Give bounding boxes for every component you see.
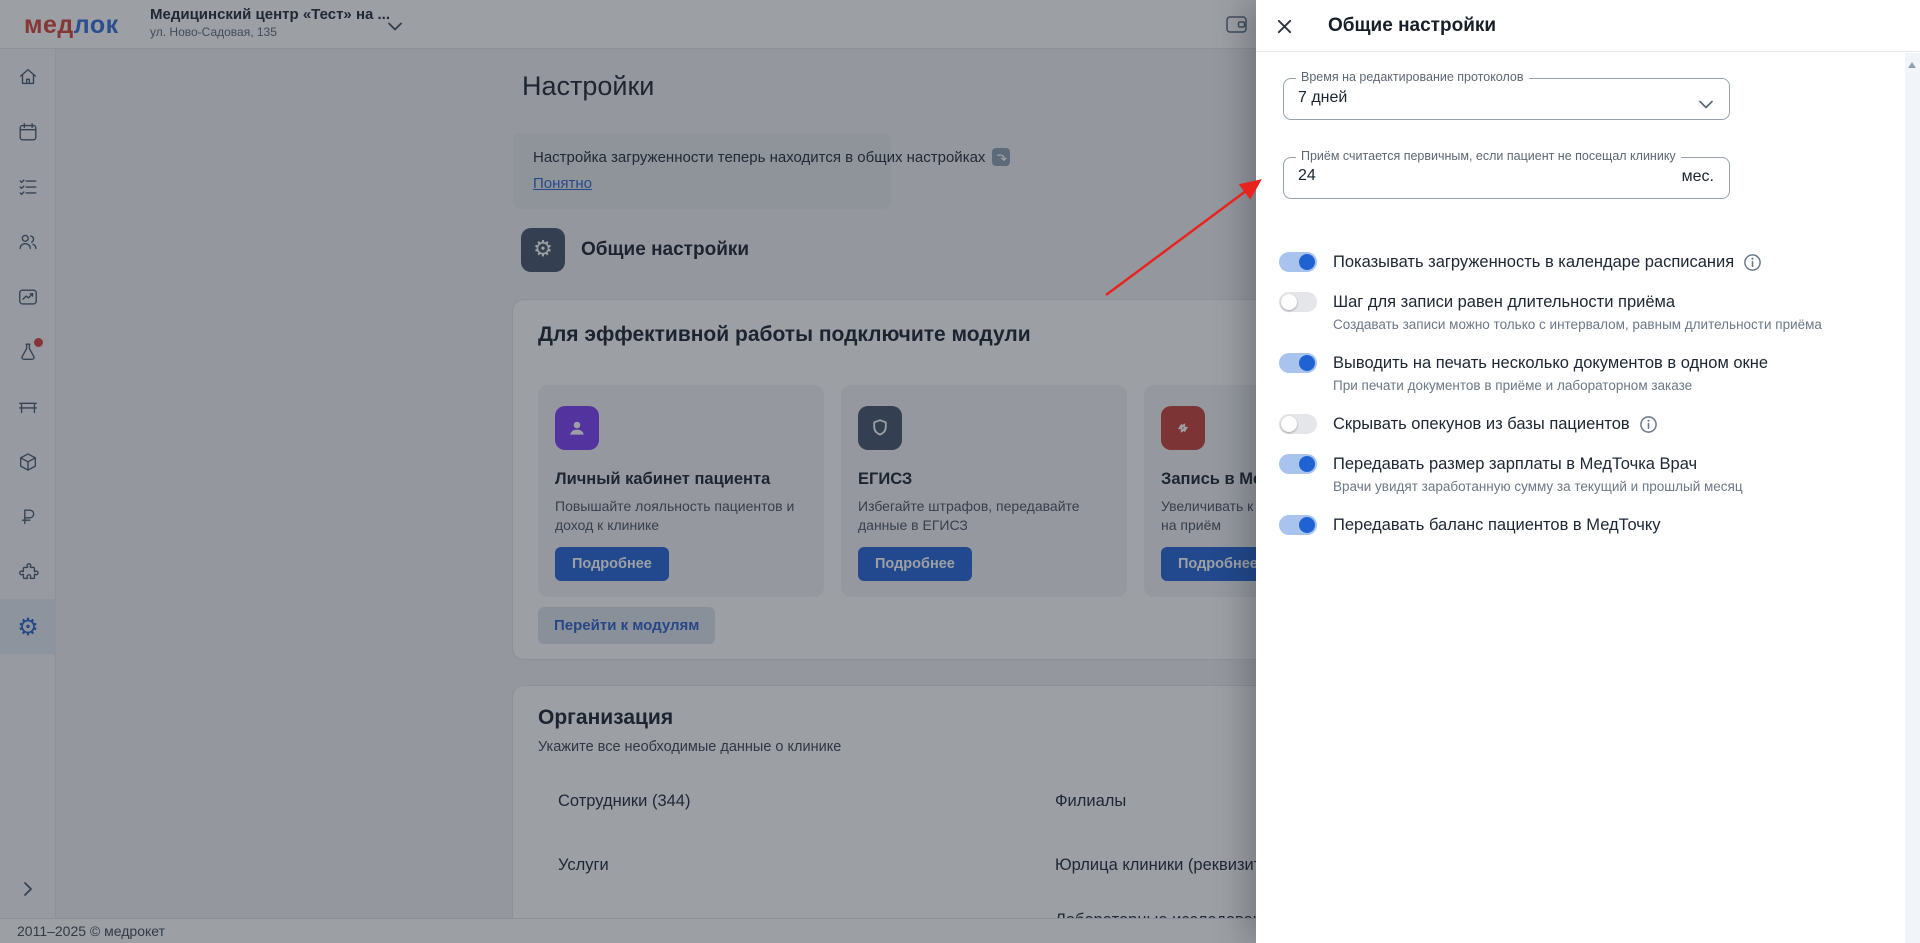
- toggle-subtext: Создавать записи можно только с интервал…: [1333, 315, 1822, 335]
- panel-header: Общие настройки: [1256, 0, 1920, 52]
- toggle-row-print-multiple-docs: Выводить на печать несколько документов …: [1279, 351, 1878, 396]
- toggle-label: Показывать загруженность в календаре рас…: [1333, 250, 1734, 274]
- toggle-label: Передавать размер зарплаты в МедТочка Вр…: [1333, 452, 1697, 476]
- toggle-label: Шаг для записи равен длительности приёма: [1333, 290, 1675, 314]
- chevron-down-icon: [1699, 96, 1713, 114]
- select-value: 7 дней: [1298, 89, 1347, 107]
- scroll-up-arrow[interactable]: [1908, 62, 1916, 68]
- toggle-switch-step-equals-duration[interactable]: [1279, 292, 1317, 312]
- toggle-row-hide-guardians: Скрывать опекунов из базы пациентов: [1279, 412, 1878, 436]
- toggle-label: Скрывать опекунов из базы пациентов: [1333, 412, 1630, 436]
- panel-scrollbar[interactable]: [1905, 53, 1920, 943]
- primary-visit-months-input[interactable]: [1298, 167, 1648, 185]
- modal-backdrop: [0, 0, 1256, 943]
- toggle-list: Показывать загруженность в календаре рас…: [1279, 250, 1878, 537]
- toggle-subtext: Врачи увидят заработанную сумму за текущ…: [1333, 477, 1743, 497]
- toggle-label: Выводить на печать несколько документов …: [1333, 351, 1768, 375]
- input-label: Приём считается первичным, если пациент …: [1296, 149, 1681, 163]
- panel-title: Общие настройки: [1328, 15, 1496, 37]
- select-label: Время на редактирование протоколов: [1296, 70, 1529, 84]
- toggle-row-step-equals-duration: Шаг для записи равен длительности приёма…: [1279, 290, 1878, 335]
- info-icon[interactable]: [1639, 415, 1658, 434]
- toggle-label: Передавать баланс пациентов в МедТочку: [1333, 513, 1661, 537]
- toggle-switch-print-multiple-docs[interactable]: [1279, 353, 1317, 373]
- primary-visit-months-field: Приём считается первичным, если пациент …: [1283, 157, 1730, 199]
- info-icon[interactable]: [1743, 253, 1762, 272]
- input-suffix: мес.: [1682, 168, 1714, 186]
- general-settings-panel: Общие настройки Время на редактирование …: [1256, 0, 1920, 943]
- close-icon[interactable]: [1272, 14, 1296, 38]
- toggle-row-send-balance: Передавать баланс пациентов в МедТочку: [1279, 513, 1878, 537]
- toggle-switch-hide-guardians[interactable]: [1279, 414, 1317, 434]
- toggle-row-send-salary: Передавать размер зарплаты в МедТочка Вр…: [1279, 452, 1878, 497]
- toggle-row-show-workload: Показывать загруженность в календаре рас…: [1279, 250, 1878, 274]
- toggle-switch-show-workload[interactable]: [1279, 252, 1317, 272]
- toggle-switch-send-salary[interactable]: [1279, 454, 1317, 474]
- toggle-switch-send-balance[interactable]: [1279, 515, 1317, 535]
- toggle-subtext: При печати документов в приёме и лаборат…: [1333, 376, 1768, 396]
- protocol-edit-time-select[interactable]: Время на редактирование протоколов 7 дне…: [1283, 78, 1730, 120]
